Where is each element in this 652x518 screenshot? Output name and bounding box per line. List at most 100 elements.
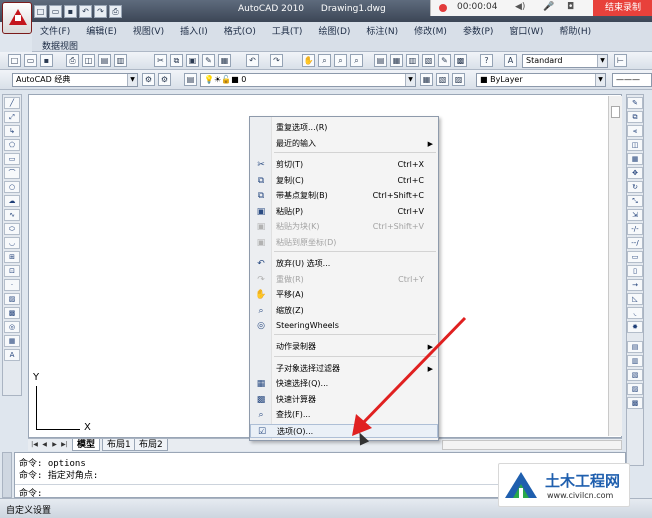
context-menu-item[interactable]: ⌕ 缩放(Z) bbox=[250, 304, 438, 318]
context-menu-item[interactable]: ↶ 放弃(U) 选项... bbox=[250, 257, 438, 271]
move-icon[interactable]: ✥ bbox=[627, 167, 643, 179]
point-icon[interactable]: · bbox=[4, 279, 20, 291]
explode-icon[interactable]: ✸ bbox=[627, 321, 643, 333]
pan-icon[interactable]: ✋ bbox=[302, 54, 315, 67]
break-at-point-icon[interactable]: ▭ bbox=[627, 251, 643, 263]
line-icon[interactable]: ╱ bbox=[4, 97, 20, 109]
zoom-previous-icon[interactable]: ⌕ bbox=[350, 54, 363, 67]
new-file-icon[interactable]: □ bbox=[34, 5, 47, 18]
menu-item[interactable]: 标注(N) bbox=[358, 24, 406, 37]
context-menu-item[interactable]: 最近的输入 ▶ bbox=[250, 137, 438, 151]
command-window-grip[interactable] bbox=[2, 452, 12, 498]
menu-item[interactable]: 帮助(H) bbox=[551, 24, 599, 37]
horizontal-scrollbar[interactable] bbox=[442, 440, 622, 450]
draw-order-icon[interactable]: ▤ bbox=[627, 341, 643, 353]
paste-icon[interactable]: ▣ bbox=[186, 54, 199, 67]
dim-style-icon[interactable]: ⊢ bbox=[614, 54, 627, 67]
region-icon[interactable]: ◎ bbox=[4, 321, 20, 333]
menu-item[interactable]: 编辑(E) bbox=[78, 24, 125, 37]
rectangle-icon[interactable]: ▭ bbox=[4, 153, 20, 165]
context-menu-item[interactable]: ▣ 粘贴(P) Ctrl+V bbox=[250, 205, 438, 219]
redo-icon[interactable]: ↷ bbox=[94, 5, 107, 18]
rotate-icon[interactable]: ↻ bbox=[627, 181, 643, 193]
linetype-select[interactable]: ——— bbox=[612, 73, 652, 87]
open-file-icon[interactable]: ▭ bbox=[49, 5, 62, 18]
polyline-icon[interactable]: ↳ bbox=[4, 125, 20, 137]
construction-line-icon[interactable]: ⤢ bbox=[4, 111, 20, 123]
workspace-gear-icon[interactable]: ⚙ bbox=[158, 73, 171, 86]
microphone-icon[interactable]: 🎤 bbox=[543, 2, 554, 12]
properties-icon[interactable]: ▤ bbox=[374, 54, 387, 67]
context-menu-item[interactable]: ✋ 平移(A) bbox=[250, 288, 438, 302]
bring-above-icon[interactable]: ▨ bbox=[627, 383, 643, 395]
extend-icon[interactable]: --/ bbox=[627, 237, 643, 249]
menu-item[interactable]: 格式(O) bbox=[216, 24, 264, 37]
copy-icon[interactable]: ⧉ bbox=[170, 54, 183, 67]
insert-block-icon[interactable]: ⊞ bbox=[4, 251, 20, 263]
hatch-icon[interactable]: ▨ bbox=[4, 293, 20, 305]
context-menu-item[interactable]: 子对象选择过滤器 ▶ bbox=[250, 362, 438, 376]
open-icon[interactable]: ▭ bbox=[24, 54, 37, 67]
scale-icon[interactable]: ⤡ bbox=[627, 195, 643, 207]
context-menu-item[interactable]: ⧉ 复制(C) Ctrl+C bbox=[250, 174, 438, 188]
save-icon[interactable]: ▪ bbox=[64, 5, 77, 18]
layer-state-icon[interactable]: ▨ bbox=[452, 73, 465, 86]
menu-item[interactable]: 参数(P) bbox=[455, 24, 501, 37]
next-tab-icon[interactable]: ▶ bbox=[50, 440, 59, 450]
zoom-window-icon[interactable]: ⌕ bbox=[334, 54, 347, 67]
3d-dwf-icon[interactable]: ▥ bbox=[114, 54, 127, 67]
calculator-icon[interactable]: ▩ bbox=[454, 54, 467, 67]
menu-item[interactable]: 视图(V) bbox=[125, 24, 172, 37]
match-prop-icon[interactable]: ✎ bbox=[202, 54, 215, 67]
ellipse-arc-icon[interactable]: ◡ bbox=[4, 237, 20, 249]
context-menu-item[interactable]: ☑ 选项(O)... bbox=[250, 424, 438, 438]
cut-icon[interactable]: ✂ bbox=[154, 54, 167, 67]
tab-model[interactable]: 模型 bbox=[72, 439, 101, 451]
undo-icon[interactable]: ↶ bbox=[246, 54, 259, 67]
prev-tab-icon[interactable]: ◀ bbox=[40, 440, 49, 450]
context-menu-item[interactable]: 重复选项...(R) bbox=[250, 121, 438, 135]
layer-previous-icon[interactable]: ▧ bbox=[436, 73, 449, 86]
redo-icon[interactable]: ↷ bbox=[270, 54, 283, 67]
arc-icon[interactable]: ⌒ bbox=[4, 167, 20, 179]
circle-icon[interactable]: ○ bbox=[4, 181, 20, 193]
publish-icon[interactable]: ▤ bbox=[98, 54, 111, 67]
spline-icon[interactable]: ∿ bbox=[4, 209, 20, 221]
design-center-icon[interactable]: ▦ bbox=[390, 54, 403, 67]
context-menu-item[interactable]: ◎ SteeringWheels bbox=[250, 319, 438, 333]
last-tab-icon[interactable]: ▶| bbox=[60, 440, 69, 450]
join-icon[interactable]: → bbox=[627, 279, 643, 291]
send-back-icon[interactable]: ▧ bbox=[627, 369, 643, 381]
chamfer-icon[interactable]: ◺ bbox=[627, 293, 643, 305]
context-menu-item[interactable]: ▦ 快速选择(Q)... bbox=[250, 377, 438, 391]
menu-item[interactable]: 插入(I) bbox=[172, 24, 216, 37]
offset-icon[interactable]: ◫ bbox=[627, 139, 643, 151]
mirror-icon[interactable]: ⫷ bbox=[627, 125, 643, 137]
erase-icon[interactable]: ✎ bbox=[627, 97, 643, 109]
context-menu-item[interactable]: ✂ 剪切(T) Ctrl+X bbox=[250, 158, 438, 172]
stop-recording-button[interactable]: 结束录制 bbox=[593, 0, 652, 16]
preview-icon[interactable]: ◫ bbox=[82, 54, 95, 67]
zoom-realtime-icon[interactable]: ⌕ bbox=[318, 54, 331, 67]
print-icon[interactable]: ⎙ bbox=[109, 5, 122, 18]
color-select[interactable]: ■ ByLayer ▼ bbox=[476, 73, 606, 87]
context-menu-item[interactable]: ⌕ 查找(F)... bbox=[250, 408, 438, 422]
menu-item[interactable]: 文件(F) bbox=[32, 24, 78, 37]
copy-object-icon[interactable]: ⧉ bbox=[627, 111, 643, 123]
array-icon[interactable]: ▦ bbox=[627, 153, 643, 165]
menu-item[interactable]: 绘图(D) bbox=[310, 24, 358, 37]
stretch-icon[interactable]: ⇲ bbox=[627, 209, 643, 221]
context-menu-item[interactable]: ▩ 快速计算器 bbox=[250, 393, 438, 407]
make-block-icon[interactable]: ⊡ bbox=[4, 265, 20, 277]
application-menu-button[interactable] bbox=[2, 2, 32, 34]
undo-icon[interactable]: ↶ bbox=[79, 5, 92, 18]
ellipse-icon[interactable]: ⬭ bbox=[4, 223, 20, 235]
text-style-icon[interactable]: A bbox=[504, 54, 517, 67]
menu-item[interactable]: 窗口(W) bbox=[501, 24, 551, 37]
help-icon[interactable]: ? bbox=[480, 54, 493, 67]
context-menu-item[interactable]: 动作录制器 ▶ bbox=[250, 340, 438, 354]
tab-layout2[interactable]: 布局2 bbox=[134, 439, 168, 451]
tab-layout1[interactable]: 布局1 bbox=[102, 439, 136, 451]
workspace-tab-label[interactable]: 数据视图 bbox=[42, 39, 78, 52]
break-icon[interactable]: ▯ bbox=[627, 265, 643, 277]
